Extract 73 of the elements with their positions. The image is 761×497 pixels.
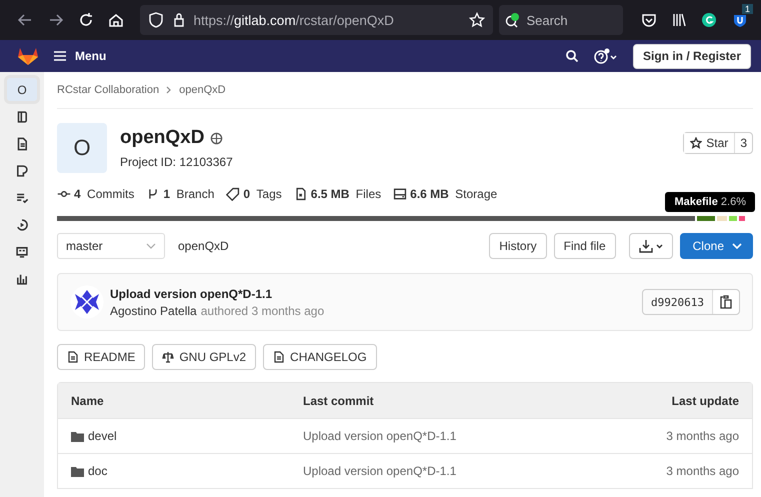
commit-link[interactable]: Upload version openQ*D-1.1 [303,429,666,443]
chevron-icon [166,86,172,94]
monitor-icon [15,244,29,258]
repository-path: openQxD [178,239,229,253]
merge-request-icon [15,164,29,178]
breadcrumb-link[interactable]: openQxD [179,84,226,96]
folder-icon [71,430,84,442]
stat-link[interactable]: 4 Commits [57,187,134,201]
download-button[interactable] [628,233,673,259]
stat-link[interactable]: 1 Branch [146,187,214,201]
document-icon [15,136,29,150]
column-header: Last update [672,394,739,408]
history-button[interactable]: History [489,233,547,259]
chevron-down-icon [146,243,156,249]
project-id: Project ID: 12103367 [120,155,233,169]
checklist-icon [15,190,29,204]
breadcrumb-link[interactable]: RCstar Collaboration [57,84,160,96]
stat-link[interactable]: 0 Tags [226,187,282,201]
search-field[interactable]: Search [499,5,624,35]
column-header: Name [71,394,105,408]
download-icon [638,239,663,253]
notification-badge: 1 [742,4,753,14]
branch-dropdown[interactable]: master [57,233,165,259]
star-button[interactable]: Star [684,133,736,153]
commit-title[interactable]: Upload version openQ*D-1.1 [110,286,324,300]
document-icon [67,351,79,363]
file-icon [294,187,308,201]
document-icon [273,351,286,363]
url-text: https://gitlab.com/rcstar/openQxD [194,12,395,28]
clone-button[interactable]: Clone [680,233,753,259]
repository-icon [15,110,29,124]
deploy-icon [15,218,29,232]
chevron-down-icon [732,243,742,249]
document-button[interactable]: README [57,344,146,370]
commit-meta: authored 3 months ago [200,304,324,318]
star-count[interactable]: 3 [735,133,752,153]
folder-link[interactable]: doc [71,464,303,478]
document-button[interactable]: GNU GPLv2 [152,344,256,370]
folder-link[interactable]: devel [71,429,303,443]
document-button[interactable]: CHANGELOG [263,344,377,370]
shield-icon[interactable] [732,12,748,28]
folder-icon [71,466,84,476]
storage-icon [393,187,408,201]
project-title: openQxD [120,127,204,149]
lock-icon [172,12,186,28]
language-segment[interactable] [697,216,716,221]
commit-link[interactable]: Upload version openQ*D-1.1 [303,464,666,478]
language-segment[interactable] [738,216,745,221]
globe-icon [210,132,224,144]
address-bar[interactable]: https://gitlab.com/rcstar/openQxD [140,5,494,35]
fox-logo-icon[interactable] [17,46,39,66]
stat-link[interactable]: 6.5 MB Files [294,187,382,201]
menu-icon [53,50,67,62]
search-icon[interactable] [564,49,579,63]
help-icon[interactable] [592,48,619,64]
column-header: Last commit [303,394,375,408]
sign-in-button[interactable]: Sign in / Register [632,44,751,68]
bookmark-star-icon[interactable] [469,12,486,28]
scale-icon [162,351,174,363]
menu-button[interactable]: Menu [53,49,106,63]
author-link[interactable]: Agostino Patella [110,304,197,318]
sidebar-item[interactable]: O [7,78,37,101]
star-icon [690,137,702,149]
copy-icon [720,295,732,309]
find-file-button[interactable]: Find file [554,233,616,259]
tag-icon [226,187,240,201]
table-cell: 3 months ago [666,429,739,443]
table-cell: 3 months ago [666,464,739,478]
stat-link[interactable]: 6.6 MB Storage [393,187,498,201]
copy-button[interactable] [713,290,739,314]
tooltip: Makefile 2.6% [665,192,755,212]
project-avatar: O [57,123,107,173]
shield-icon [148,12,164,28]
